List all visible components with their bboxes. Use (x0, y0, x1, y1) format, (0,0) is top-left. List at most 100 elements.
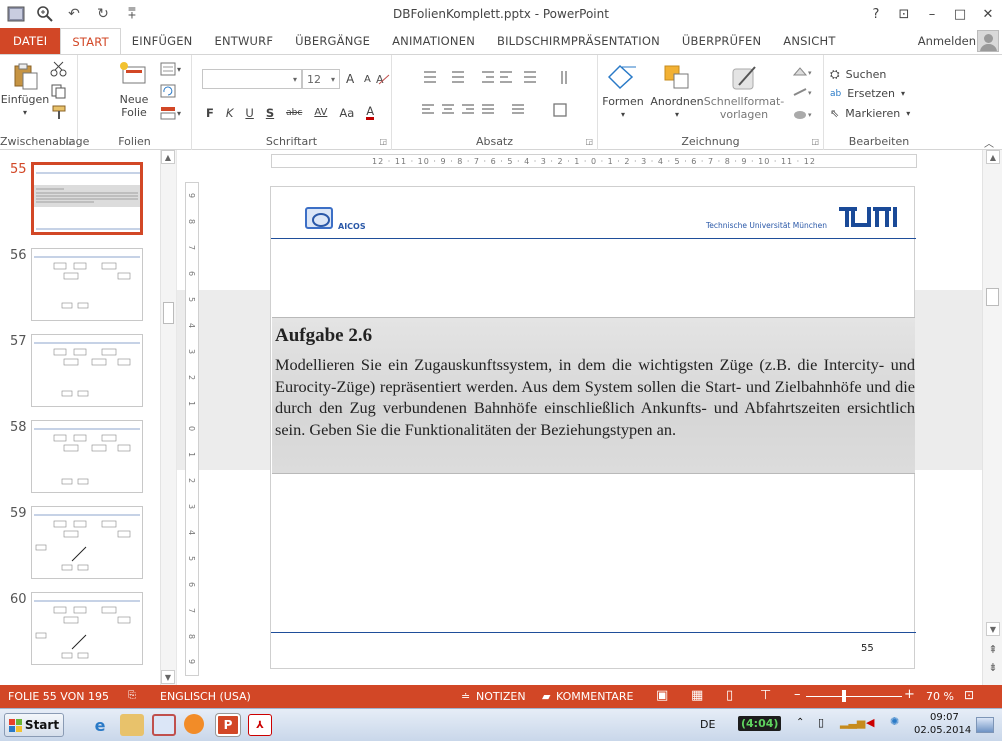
previous-slide-icon[interactable]: ⇞ (986, 642, 1000, 656)
explorer-icon[interactable] (120, 714, 144, 736)
tab-insert[interactable]: EINFÜGEN (121, 28, 204, 54)
paragraph-row-1-icons[interactable] (420, 67, 596, 91)
normal-view-icon[interactable]: ▣ (656, 688, 668, 703)
slide-thumbnail[interactable]: 57 (0, 334, 160, 416)
notes-button[interactable]: NOTIZEN (476, 690, 526, 703)
quick-styles-button[interactable]: Schnellformat- vorlagen (704, 63, 784, 121)
slide-scroll-thumb[interactable] (986, 288, 999, 306)
find-button[interactable]: ⛭ Suchen (830, 67, 886, 82)
font-name-combo[interactable]: ▾ (202, 69, 302, 89)
spellcheck-icon[interactable]: ⎘ (128, 690, 136, 701)
font-size-combo[interactable]: 12 ▾ (302, 69, 340, 89)
slide-sorter-icon[interactable]: ▦ (691, 688, 703, 703)
font-size-dropdown-icon[interactable]: ▾ (331, 75, 335, 84)
clear-formatting-icon[interactable]: A (376, 71, 390, 87)
thumbnail-scrollbar[interactable]: ▲ ▼ (160, 150, 176, 685)
slide-thumbnail[interactable]: 60 (0, 592, 160, 674)
tab-slideshow[interactable]: BILDSCHIRMPRÄSENTATION (486, 28, 671, 54)
show-desktop-button[interactable] (976, 717, 994, 733)
font-launcher-icon[interactable]: ◲ (379, 137, 387, 146)
slide-thumbnail[interactable]: 59 (0, 506, 160, 588)
arrange-button[interactable]: Anordnen ▾ (650, 63, 704, 121)
device-icon[interactable]: ▯ (818, 716, 824, 729)
battery-indicator[interactable]: (4:04) (738, 716, 782, 731)
tab-transitions[interactable]: ÜBERGÄNGE (284, 28, 381, 54)
scroll-down-icon[interactable]: ▼ (986, 622, 1000, 636)
clipboard-launcher-icon[interactable]: ◲ (65, 137, 73, 146)
slide-canvas[interactable]: AICOS Technische Universität München Auf… (270, 186, 916, 669)
grow-font-button[interactable]: A (346, 72, 354, 86)
clock-time[interactable]: 09:07 (930, 712, 959, 723)
zoom-out-icon[interactable]: – (794, 687, 801, 702)
zoom-slider-thumb[interactable] (842, 690, 846, 702)
tab-file[interactable]: DATEI (0, 28, 61, 54)
strikethrough-button[interactable]: abc (286, 108, 302, 118)
replace-button[interactable]: ab Ersetzen ▾ (830, 87, 905, 100)
zoom-slider[interactable] (806, 696, 902, 697)
slideshow-view-icon[interactable]: ⊤ (760, 688, 771, 703)
font-color-button[interactable]: A (366, 105, 375, 120)
shapes-button[interactable]: Formen ▾ (600, 63, 646, 121)
replace-dropdown-icon[interactable]: ▾ (901, 89, 905, 98)
tab-animations[interactable]: ANIMATIONEN (381, 28, 486, 54)
notes-icon[interactable]: ≐ (461, 690, 470, 703)
close-button[interactable]: ✕ (974, 0, 1002, 28)
signin-link[interactable]: Anmelden (918, 34, 976, 48)
network-icon[interactable]: ✺ (890, 715, 899, 728)
fit-slide-icon[interactable]: ⊡ (964, 688, 974, 702)
clock-date[interactable]: 02.05.2014 (914, 725, 971, 736)
select-button[interactable]: ⇖ Markieren ▾ (830, 107, 910, 120)
shadow-button[interactable]: S (266, 106, 274, 120)
app-menu-icon[interactable] (6, 4, 26, 24)
italic-button[interactable]: K (226, 106, 234, 120)
thumbnail-scroll-thumb[interactable] (163, 302, 174, 324)
minimize-button[interactable]: – (918, 0, 946, 28)
paragraph-row-2-icons[interactable] (420, 101, 596, 125)
signal-icon[interactable]: ▂▃▅ (840, 716, 865, 729)
thumbnail-scroll-up-icon[interactable]: ▲ (161, 150, 175, 164)
paste-dropdown-icon[interactable]: ▾ (23, 106, 27, 119)
section-icon[interactable]: ▾ (160, 106, 184, 122)
font-name-dropdown-icon[interactable]: ▾ (293, 75, 297, 84)
shapes-dropdown-icon[interactable]: ▾ (621, 108, 625, 121)
layout-icon[interactable]: ▾ (160, 62, 184, 78)
thumbnail-scroll-down-icon[interactable]: ▼ (161, 670, 175, 684)
cut-icon[interactable] (50, 61, 68, 77)
paragraph-launcher-icon[interactable]: ◲ (585, 137, 593, 146)
slide-thumbnail[interactable]: 58 (0, 420, 160, 502)
zoom-level[interactable]: 70 % (926, 690, 954, 703)
char-spacing-button[interactable]: AV (314, 107, 327, 118)
shrink-font-button[interactable]: A (364, 74, 371, 85)
next-slide-icon[interactable]: ⇟ (986, 660, 1000, 674)
select-dropdown-icon[interactable]: ▾ (906, 109, 910, 118)
copy-icon[interactable] (50, 83, 68, 99)
volume-icon[interactable]: ◀ (866, 716, 874, 729)
tab-view[interactable]: ANSICHT (772, 28, 846, 54)
pdf-icon[interactable]: ⅄ (248, 714, 272, 736)
scroll-up-icon[interactable]: ▲ (986, 150, 1000, 164)
tab-design[interactable]: ENTWURF (203, 28, 284, 54)
comments-icon[interactable]: ▰ (542, 690, 550, 703)
slide-scrollbar[interactable]: ▲ ▼ ⇞ ⇟ (982, 150, 1002, 685)
undo-icon[interactable]: ↶ (64, 4, 84, 24)
reading-view-icon[interactable]: ▯ (726, 688, 733, 703)
firefox-icon[interactable] (184, 714, 204, 734)
comments-button[interactable]: KOMMENTARE (556, 690, 633, 703)
ie-icon[interactable]: e (88, 714, 112, 736)
ribbon-display-options-button[interactable]: ⊡ (890, 0, 918, 28)
start-button[interactable]: Start (4, 713, 64, 737)
tab-review[interactable]: ÜBERPRÜFEN (671, 28, 772, 54)
slide-thumbnail[interactable]: 55 (0, 162, 160, 244)
collapse-ribbon-icon[interactable]: ︿ (984, 135, 994, 150)
customize-qat-icon[interactable]: ⩱ (122, 4, 142, 24)
underline-button[interactable]: U (245, 106, 253, 120)
zoom-lens-icon[interactable] (35, 4, 55, 24)
bold-button[interactable]: F (206, 106, 214, 120)
redo-icon[interactable]: ↻ (93, 4, 113, 24)
new-slide-button[interactable]: Neue Folie (114, 61, 154, 119)
shape-fill-outline-effects-icons[interactable]: ▾ ▾ ▾ (790, 65, 816, 129)
tab-start[interactable]: START (60, 28, 121, 55)
scanned-task-image[interactable]: Aufgabe 2.6 Modellieren Sie ein Zugausku… (272, 317, 915, 474)
drawing-launcher-icon[interactable]: ◲ (811, 137, 819, 146)
zoom-in-icon[interactable]: + (904, 687, 915, 702)
